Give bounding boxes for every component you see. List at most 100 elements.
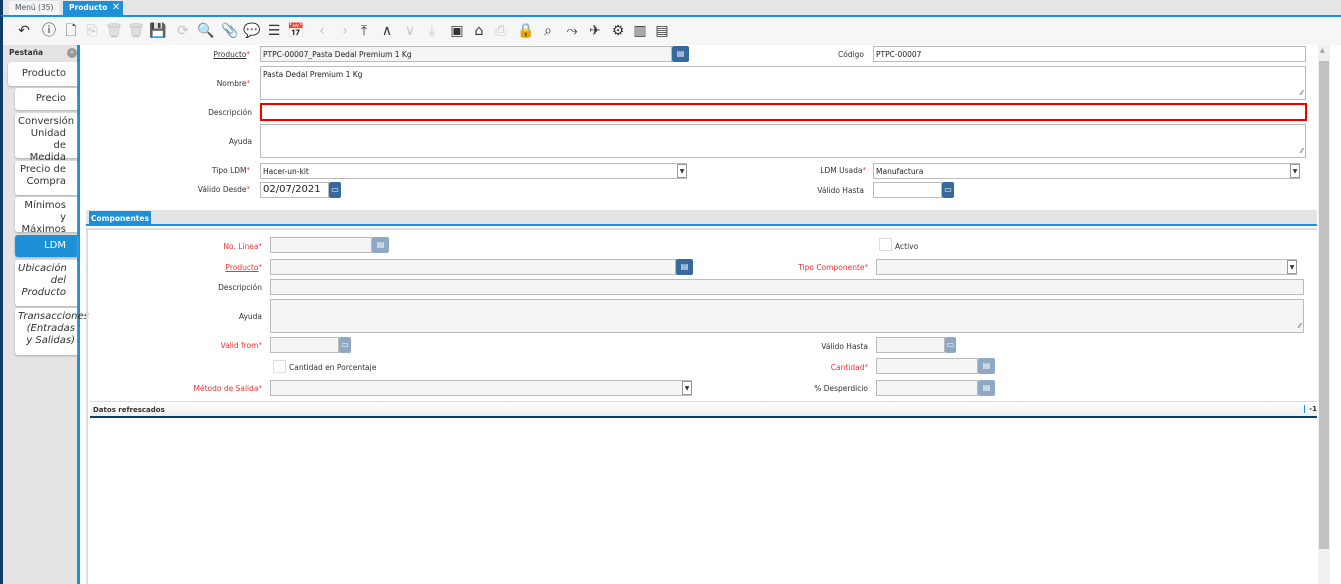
detail-record-icon[interactable]: ∨ — [401, 22, 419, 40]
comp-valido-hasta-field[interactable] — [876, 337, 945, 353]
form-icon[interactable]: ▤ — [653, 22, 671, 40]
calendar-icon[interactable]: ▭ — [942, 182, 954, 198]
scroll-up-icon[interactable]: ▲ — [1320, 47, 1325, 54]
metodo-salida-label: Método de Salida — [194, 384, 263, 393]
sidebar-tab-transacciones[interactable]: Transacciones (Entradas y Salidas) — [15, 308, 89, 355]
print-icon[interactable]: ⎙ — [492, 22, 510, 40]
ldm-usada-label: LDM Usada — [820, 166, 866, 175]
ayuda-field[interactable]: ⁄⁄ — [260, 124, 1306, 158]
parent-record-icon[interactable]: ∧ — [378, 22, 396, 40]
ayuda-label: Ayuda — [228, 137, 252, 146]
undo-icon[interactable]: ↶ — [15, 22, 33, 40]
calculator-icon[interactable]: ▤ — [978, 358, 995, 374]
calendar-icon[interactable]: ▭ — [329, 182, 341, 198]
calendar-icon[interactable]: ▭ — [945, 337, 956, 353]
desperdicio-field[interactable] — [876, 380, 978, 396]
zoom-across-icon[interactable]: ⌕ — [539, 22, 557, 40]
previous-icon[interactable]: ‹ — [313, 22, 331, 40]
delete-icon[interactable]: 🗑 — [105, 22, 123, 40]
attachment-icon[interactable]: 📎 — [221, 22, 239, 40]
first-record-icon[interactable]: ⤒ — [355, 22, 373, 40]
valido-hasta-field[interactable] — [873, 182, 942, 198]
calculator-icon[interactable]: ▤ — [978, 380, 995, 396]
calendar-icon[interactable]: ▭ — [339, 337, 351, 353]
chevron-down-icon[interactable]: ▼ — [1290, 164, 1300, 178]
tab-label: Producto — [69, 3, 108, 12]
sidebar-tab-precio-compra[interactable]: Precio de Compra — [15, 161, 77, 195]
archive-icon[interactable]: ⌂ — [470, 22, 488, 40]
activo-checkbox[interactable] — [879, 238, 892, 251]
tab-producto[interactable]: Producto ✕ — [63, 1, 124, 15]
descripcion-label: Descripción — [208, 108, 252, 117]
nombre-label: Nombre — [217, 79, 250, 88]
chevron-down-icon[interactable]: ▼ — [1287, 260, 1297, 274]
sidebar-tab-ubicacion[interactable]: Ubicación del Producto — [15, 260, 77, 306]
product-info-icon[interactable]: ▤ — [672, 46, 689, 62]
report-icon[interactable]: ▣ — [448, 22, 466, 40]
cantidad-field[interactable] — [876, 358, 978, 374]
metodo-salida-select[interactable] — [270, 380, 692, 396]
cantidad-porcentaje-checkbox[interactable] — [273, 360, 286, 373]
copy-record-icon[interactable]: ⎘ — [83, 22, 101, 40]
sidebar-tab-precio[interactable]: Precio — [15, 88, 77, 110]
no-linea-label: No. Línea — [223, 242, 262, 251]
scrollbar-thumb[interactable] — [1319, 61, 1329, 549]
valido-desde-label: Válido Desde — [198, 185, 250, 194]
find-icon[interactable]: 🔍 — [197, 22, 215, 40]
resize-icon[interactable]: ⁄⁄ — [1299, 322, 1301, 331]
valido-desde-field[interactable]: 02/07/2021 — [260, 182, 329, 198]
delete-selection-icon[interactable]: 🗑 — [127, 22, 145, 40]
sidebar: Pestaña « Producto Precio Conversión Uni… — [0, 45, 89, 584]
workflow-icon[interactable]: ⤳ — [563, 22, 581, 40]
comp-ayuda-label: Ayuda — [238, 312, 262, 321]
sidebar-tab-producto[interactable]: Producto — [8, 62, 77, 86]
sidebar-tab-conversion[interactable]: Conversión Unidad de Medida — [15, 113, 77, 163]
producto-field[interactable]: PTPC-00007_Pasta Dedal Premium 1 Kg — [260, 46, 672, 62]
valid-from-label: Valid from — [221, 341, 262, 350]
close-icon[interactable]: ✕ — [112, 1, 120, 15]
save-icon[interactable]: 💾 — [149, 22, 167, 40]
no-linea-field[interactable] — [270, 237, 372, 253]
subtab-componentes[interactable]: Componentes — [89, 211, 151, 226]
calendar-icon[interactable]: 📅 — [287, 22, 305, 40]
comp-valido-hasta-label: Válido Hasta — [821, 342, 868, 351]
sidebar-tab-minimos-maximos[interactable]: Mínimos y Máximos — [15, 197, 77, 235]
producto-label[interactable]: Producto — [213, 50, 250, 59]
request-icon[interactable]: ✈ — [586, 22, 604, 40]
new-record-icon[interactable]: 🗋 — [62, 22, 80, 40]
descripcion-field[interactable] — [260, 103, 1307, 121]
comp-producto-label[interactable]: Producto — [225, 263, 262, 272]
refresh-icon[interactable]: ⟳ — [174, 22, 192, 40]
toolbar: ↶ ⓘ 🗋 ⎘ 🗑 🗑 💾 ⟳ 🔍 📎 💬 ☰ 📅 ‹ › ⤒ ∧ ∨ ⤓ ▣ ⌂ ⎙ 🔒 ⌕ ⤳ ✈ ⚙ ▥ ▤ — [0, 15, 1341, 45]
window-tab-bar: Menú (35) Producto ✕ — [0, 0, 1341, 15]
valid-from-field[interactable] — [270, 337, 339, 353]
help-icon[interactable]: ⓘ — [40, 22, 58, 40]
resize-icon[interactable]: ⁄⁄ — [1301, 147, 1303, 156]
process-icon[interactable]: ⚙ — [609, 22, 627, 40]
scrollbar[interactable]: ▲ — [1318, 45, 1330, 584]
comp-descripcion-field[interactable] — [270, 279, 1304, 295]
status-message: Datos refrescados — [93, 406, 165, 414]
chevron-down-icon[interactable]: ▼ — [682, 381, 692, 395]
tab-menu[interactable]: Menú (35) — [9, 1, 60, 15]
last-record-icon[interactable]: ⤓ — [423, 22, 441, 40]
codigo-field[interactable]: PTPC-00007 — [873, 46, 1306, 62]
chevron-down-icon[interactable]: ▼ — [677, 164, 687, 178]
comp-ayuda-field[interactable]: ⁄⁄ — [270, 299, 1304, 333]
ldm-usada-select[interactable]: Manufactura — [873, 163, 1300, 179]
resize-icon[interactable]: ⁄⁄ — [1301, 89, 1303, 98]
lock-icon[interactable]: 🔒 — [517, 22, 535, 40]
grid-toggle-icon[interactable]: ☰ — [265, 22, 283, 40]
chat-icon[interactable]: 💬 — [243, 22, 261, 40]
product-info-icon[interactable]: ▥ — [631, 22, 649, 40]
comp-producto-field[interactable] — [270, 259, 676, 275]
tipo-componente-select[interactable] — [876, 259, 1297, 275]
sidebar-tab-ldm[interactable]: LDM — [15, 235, 77, 257]
tipo-componente-label: Tipo Componente — [798, 263, 868, 272]
product-info-icon[interactable]: ▤ — [676, 259, 693, 275]
tipo-ldm-select[interactable]: Hacer-un-kit — [260, 163, 687, 179]
calculator-icon[interactable]: ▤ — [372, 237, 389, 253]
nombre-field[interactable]: Pasta Dedal Premium 1 Kg ⁄⁄ — [260, 66, 1306, 100]
next-icon[interactable]: › — [336, 22, 354, 40]
collapse-icon[interactable]: « — [67, 48, 77, 58]
